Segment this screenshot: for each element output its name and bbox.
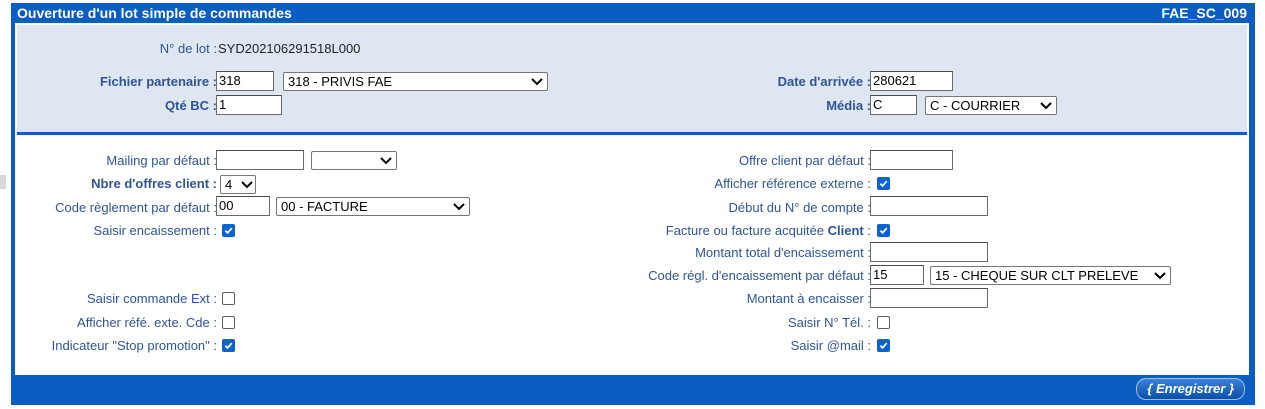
mailing-select[interactable] <box>311 151 397 170</box>
media-label: Média : <box>826 98 871 113</box>
offre-client-input[interactable] <box>870 150 953 170</box>
offre-client-label: Offre client par défaut : <box>739 153 871 168</box>
code-reglement-select-value: 00 - FACTURE <box>281 199 368 214</box>
chevron-down-icon <box>453 203 465 211</box>
lot-number-label: N° de lot : <box>159 41 217 56</box>
checkmark-icon <box>224 227 233 235</box>
montant-total-input[interactable] <box>870 242 988 262</box>
saisir-encaissement-label: Saisir encaissement : <box>93 223 217 238</box>
section-divider <box>17 132 1247 135</box>
code-encaissement-label: Code régl. d'encaissement par défaut : <box>648 268 871 283</box>
media-code-input[interactable]: C <box>870 95 917 115</box>
stop-promotion-label: Indicateur "Stop promotion" : <box>51 338 217 353</box>
code-reglement-input[interactable]: 00 <box>216 196 270 216</box>
code-reglement-select[interactable]: 00 - FACTURE <box>276 197 470 216</box>
chevron-down-icon <box>241 181 253 189</box>
checkmark-icon <box>224 342 233 350</box>
lot-number-value: SYD202106291518L000 <box>218 41 361 56</box>
media-select-value: C - COURRIER <box>930 98 1021 113</box>
saisir-encaissement-checkbox[interactable] <box>222 224 235 237</box>
saisir-mail-label: Saisir @mail : <box>790 338 871 353</box>
fichier-partenaire-code-input[interactable]: 318 <box>216 71 274 91</box>
facture-acquitee-checkbox[interactable] <box>877 224 890 237</box>
facture-acquitee-label-colon: : <box>863 223 871 238</box>
fichier-partenaire-label: Fichier partenaire : <box>99 74 217 89</box>
stop-promotion-checkbox[interactable] <box>222 339 235 352</box>
title-bar: Ouverture d'un lot simple de commandes F… <box>11 3 1255 23</box>
rail-marker <box>0 175 6 189</box>
saisir-mail-checkbox[interactable] <box>877 339 890 352</box>
facture-acquitee-label-text: Facture ou facture acquitée <box>665 223 828 238</box>
afficher-ref-cde-label: Afficher réfé. exte. Cde : <box>77 315 217 330</box>
mailing-label: Mailing par défaut : <box>106 153 217 168</box>
facture-acquitee-label: Facture ou facture acquitée Client : <box>666 223 871 238</box>
date-arrivee-label: Date d'arrivée : <box>777 74 871 89</box>
nbre-offres-select[interactable]: 4 <box>220 175 256 194</box>
debut-compte-input[interactable] <box>870 196 988 216</box>
code-encaissement-input[interactable]: 15 <box>870 265 924 285</box>
checkmark-icon <box>879 342 888 350</box>
chevron-down-icon <box>380 157 392 165</box>
checkmark-icon <box>879 180 888 188</box>
media-select[interactable]: C - COURRIER <box>925 96 1057 115</box>
debut-compte-label: Début du N° de compte : <box>728 200 872 215</box>
saisir-commande-ext-checkbox[interactable] <box>222 292 235 305</box>
left-rail <box>0 0 11 409</box>
afficher-ref-cde-checkbox[interactable] <box>222 316 235 329</box>
afficher-ref-externe-checkbox[interactable] <box>877 177 890 190</box>
fichier-partenaire-select[interactable]: 318 - PRIVIS FAE <box>283 72 548 91</box>
code-reglement-label: Code règlement par défaut : <box>55 200 217 215</box>
chevron-down-icon <box>531 78 543 86</box>
code-encaissement-select-value: 15 - CHEQUE SUR CLT PRELEVE <box>935 268 1139 283</box>
window-title: Ouverture d'un lot simple de commandes <box>17 5 292 21</box>
screen-code: FAE_SC_009 <box>1161 5 1247 21</box>
montant-total-label: Montant total d'encaissement : <box>695 245 871 260</box>
chevron-down-icon <box>1040 102 1052 110</box>
saisir-tel-label: Saisir N° Tél. : <box>788 315 871 330</box>
afficher-ref-externe-label: Afficher référence externe : <box>714 176 871 191</box>
form-panel: N° de lot : SYD202106291518L000 Fichier … <box>15 23 1249 375</box>
nbre-offres-label: Nbre d'offres client : <box>91 176 217 191</box>
footer-bar: { Enregistrer } <box>11 375 1255 405</box>
date-arrivee-input[interactable]: 280621 <box>870 71 953 91</box>
qte-bc-input[interactable]: 1 <box>216 95 282 115</box>
montant-encaisser-input[interactable] <box>870 288 988 308</box>
saisir-tel-checkbox[interactable] <box>877 316 890 329</box>
mailing-input[interactable] <box>216 150 304 170</box>
facture-acquitee-label-client: Client <box>827 223 864 238</box>
saisir-commande-ext-label: Saisir commande Ext : <box>86 291 217 306</box>
montant-encaisser-label: Montant à encaisser : <box>746 291 871 306</box>
checkmark-icon <box>879 227 888 235</box>
enregistrer-button[interactable]: { Enregistrer } <box>1136 378 1245 400</box>
nbre-offres-select-value: 4 <box>225 177 233 192</box>
code-encaissement-select[interactable]: 15 - CHEQUE SUR CLT PRELEVE <box>930 266 1171 285</box>
fichier-partenaire-select-value: 318 - PRIVIS FAE <box>288 74 393 89</box>
dialog-frame: Ouverture d'un lot simple de commandes F… <box>11 3 1255 405</box>
chevron-down-icon <box>1154 272 1166 280</box>
qte-bc-label: Qté BC : <box>165 98 217 113</box>
